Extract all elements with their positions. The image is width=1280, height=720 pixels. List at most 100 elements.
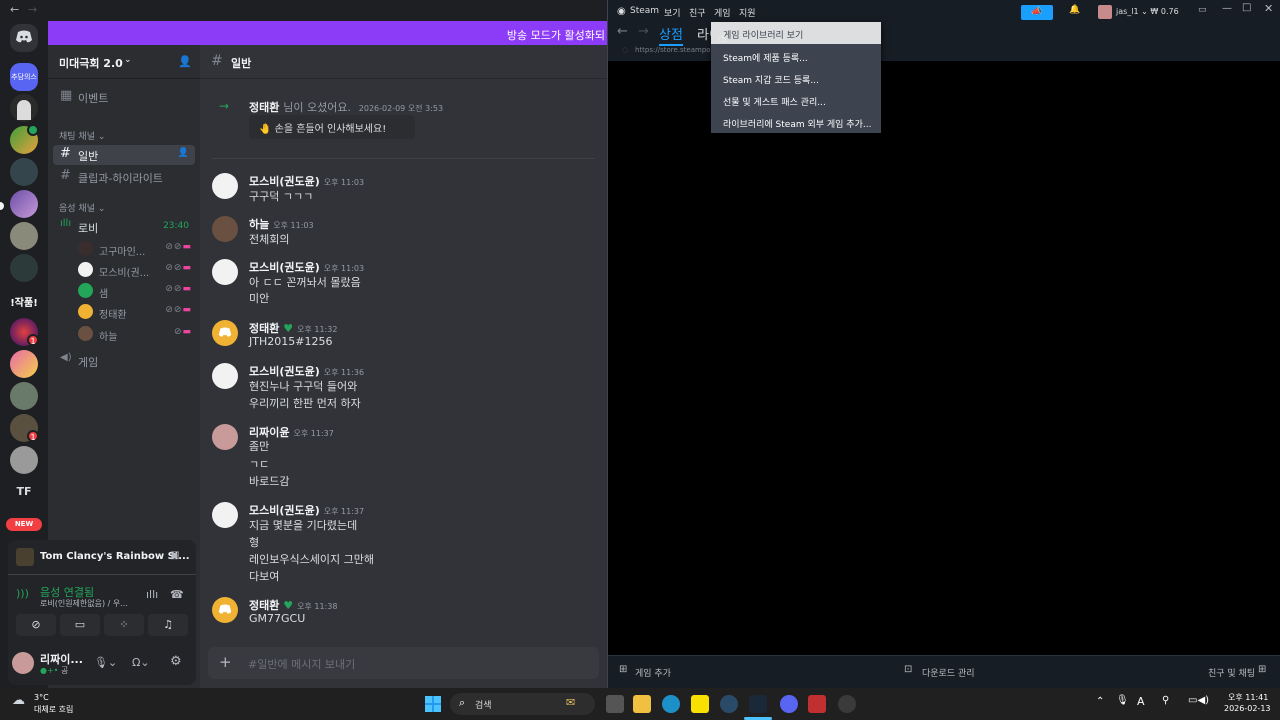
tab-store[interactable]: 상점 bbox=[659, 24, 683, 46]
avatar[interactable] bbox=[212, 363, 238, 389]
search-box[interactable]: ⌕ 검색 ✉ bbox=[450, 693, 595, 715]
minimize-icon[interactable]: — bbox=[1222, 3, 1232, 14]
stream-icon[interactable]: ▣ bbox=[170, 550, 179, 561]
menu-item-register-product[interactable]: Steam에 제품 등록... bbox=[711, 45, 881, 67]
server-icon[interactable]: 추담의스 bbox=[10, 63, 38, 91]
message-author[interactable]: 모스비(권도윤) 오후 11:37 bbox=[249, 502, 364, 518]
app-icon[interactable] bbox=[720, 695, 738, 713]
menu-steam[interactable]: Steam bbox=[630, 6, 659, 16]
manage-downloads-button[interactable]: 다운로드 관리 bbox=[922, 666, 975, 679]
category-voice[interactable]: 음성 채널 ⌄ bbox=[59, 201, 105, 214]
clock-date[interactable]: 2026-02-13 bbox=[1224, 704, 1271, 713]
app-icon[interactable] bbox=[838, 695, 856, 713]
server-icon-text[interactable]: !작품! bbox=[10, 286, 38, 314]
avatar[interactable] bbox=[212, 320, 238, 346]
avatar[interactable] bbox=[212, 216, 238, 242]
maximize-icon[interactable]: □ bbox=[1242, 2, 1251, 13]
discord-taskbar-icon[interactable] bbox=[780, 695, 798, 713]
avatar[interactable] bbox=[212, 597, 238, 623]
speaker-icon[interactable]: ▭◀) bbox=[1188, 695, 1209, 706]
clock-time[interactable]: 오후 11:41 bbox=[1228, 692, 1268, 703]
profile-avatar[interactable] bbox=[1098, 5, 1112, 19]
category-text[interactable]: 채팅 채널 ⌄ bbox=[59, 129, 105, 142]
message-input[interactable]: + #일반에 메시지 보내기 bbox=[208, 647, 599, 679]
soundboard-button[interactable]: ♫ bbox=[148, 614, 188, 636]
screen-share-button[interactable]: ▭ bbox=[60, 614, 100, 636]
server-icon[interactable] bbox=[10, 94, 38, 122]
friends-chat-button[interactable]: 친구 및 채팅 bbox=[1208, 666, 1255, 679]
edge-browser-icon[interactable] bbox=[662, 695, 680, 713]
network-icon[interactable]: ⚲ bbox=[1162, 695, 1169, 706]
voice-user[interactable]: 고구마인... ⊘⊘▬ bbox=[78, 240, 196, 258]
headphones-icon[interactable]: Ω⌄ bbox=[132, 656, 150, 669]
avatar[interactable] bbox=[212, 424, 238, 450]
menu-view[interactable]: 보기 bbox=[664, 6, 681, 19]
server-icon[interactable] bbox=[10, 158, 38, 186]
server-icon[interactable] bbox=[10, 350, 38, 378]
server-icon[interactable] bbox=[10, 382, 38, 410]
settings-gear-icon[interactable]: ⚙ bbox=[170, 654, 182, 669]
steam-taskbar-icon[interactable] bbox=[749, 695, 767, 713]
noise-suppression-icon[interactable]: ıllı bbox=[146, 588, 158, 601]
menu-help[interactable]: 지원 bbox=[739, 6, 756, 19]
voice-user[interactable]: 정태환 ⊘⊘▬ bbox=[78, 303, 196, 321]
message-author[interactable]: 모스비(권도윤) 오후 11:03 bbox=[249, 173, 364, 189]
events-item[interactable]: ▦ 이벤트 bbox=[53, 87, 195, 107]
disconnect-icon[interactable]: ☎ bbox=[170, 588, 184, 601]
ime-indicator[interactable]: A bbox=[1137, 695, 1145, 708]
big-picture-icon[interactable]: ▭ bbox=[1198, 5, 1207, 15]
menu-item-view-library[interactable]: 게임 라이브러리 보기 bbox=[711, 22, 881, 44]
message-author[interactable]: 정태환 님이 오셨어요. 2026-02-09 오전 3:53 bbox=[249, 99, 443, 115]
voice-user[interactable]: 모스비(권... ⊘⊘▬ bbox=[78, 261, 196, 279]
user-avatar[interactable] bbox=[12, 652, 34, 674]
add-attachment-icon[interactable]: + bbox=[219, 653, 232, 671]
back-arrow-icon[interactable]: ← bbox=[10, 3, 19, 16]
menu-item-gifts[interactable]: 선물 및 게스트 패스 관리... bbox=[711, 89, 881, 111]
server-header[interactable]: 미대극회 2.0 ⌄ 👤 bbox=[48, 45, 200, 79]
menu-item-redeem-wallet[interactable]: Steam 지갑 코드 등록... bbox=[711, 67, 881, 89]
weather-desc[interactable]: 대체로 흐림 bbox=[34, 704, 73, 715]
message-author[interactable]: 정태환 ♥ 오후 11:38 bbox=[249, 597, 337, 613]
announcement-icon[interactable]: 📣 bbox=[1021, 5, 1053, 20]
server-icon[interactable] bbox=[10, 190, 38, 218]
close-icon[interactable]: ✕ bbox=[1264, 2, 1273, 15]
avatar[interactable] bbox=[212, 502, 238, 528]
server-icon[interactable] bbox=[10, 446, 38, 474]
server-icon-text[interactable]: TF bbox=[10, 478, 38, 506]
weather-cloud-icon[interactable]: ☁ bbox=[12, 693, 25, 708]
wave-button[interactable]: 🤚 손을 흔들어 인사해보세요! bbox=[249, 115, 415, 139]
server-icon[interactable] bbox=[10, 222, 38, 250]
forward-arrow-icon[interactable]: → bbox=[638, 24, 649, 39]
voice-user[interactable]: 샘 ⊘⊘▬ bbox=[78, 282, 196, 300]
invite-icon[interactable]: 👤 bbox=[178, 148, 189, 158]
file-explorer-icon[interactable] bbox=[633, 695, 651, 713]
account-name[interactable]: jas_l1 ⌄ ₩ 0.76 bbox=[1116, 7, 1179, 16]
microphone-icon[interactable]: 🎙 bbox=[1116, 695, 1129, 706]
notification-bell-icon[interactable]: 🔔 bbox=[1069, 5, 1080, 15]
voice-channel-lobby[interactable]: ıllı 로비 23:40 bbox=[53, 217, 195, 237]
server-icon[interactable] bbox=[10, 254, 38, 282]
channel-clips[interactable]: # 클립과-하이라이트 bbox=[53, 167, 195, 187]
message-author[interactable]: 모스비(권도윤) 오후 11:36 bbox=[249, 363, 364, 379]
camera-off-button[interactable]: ⊘ bbox=[16, 614, 56, 636]
voice-user[interactable]: 하늘 ⊘▬ bbox=[78, 325, 196, 343]
message-author[interactable]: 정태환 ♥ 오후 11:32 bbox=[249, 320, 337, 336]
avatar[interactable] bbox=[212, 259, 238, 285]
task-view-icon[interactable] bbox=[606, 695, 624, 713]
url-bar[interactable]: https://store.steampow bbox=[635, 46, 716, 54]
back-arrow-icon[interactable]: ← bbox=[617, 24, 628, 39]
forward-arrow-icon[interactable]: → bbox=[28, 3, 37, 16]
microphone-icon[interactable]: 🎙⌄ bbox=[94, 656, 117, 669]
discord-home-icon[interactable] bbox=[10, 24, 38, 52]
message-author[interactable]: 하늘 오후 11:03 bbox=[249, 216, 314, 232]
weather-temp[interactable]: 3°C bbox=[34, 693, 49, 702]
activities-button[interactable]: ⁘ bbox=[104, 614, 144, 636]
menu-games[interactable]: 게임 bbox=[714, 6, 731, 19]
message-author[interactable]: 모스비(권도윤) 오후 11:03 bbox=[249, 259, 364, 275]
add-member-icon[interactable]: 👤 bbox=[178, 55, 192, 68]
menu-item-add-non-steam[interactable]: 라이브러리에 Steam 외부 게임 추가... bbox=[711, 111, 881, 133]
add-game-button[interactable]: 게임 추가 bbox=[635, 666, 671, 679]
kakaotalk-icon[interactable] bbox=[691, 695, 709, 713]
voice-channel-game[interactable]: ◀) 게임 bbox=[53, 351, 195, 371]
channel-general[interactable]: # 일반 👤 bbox=[53, 145, 195, 165]
